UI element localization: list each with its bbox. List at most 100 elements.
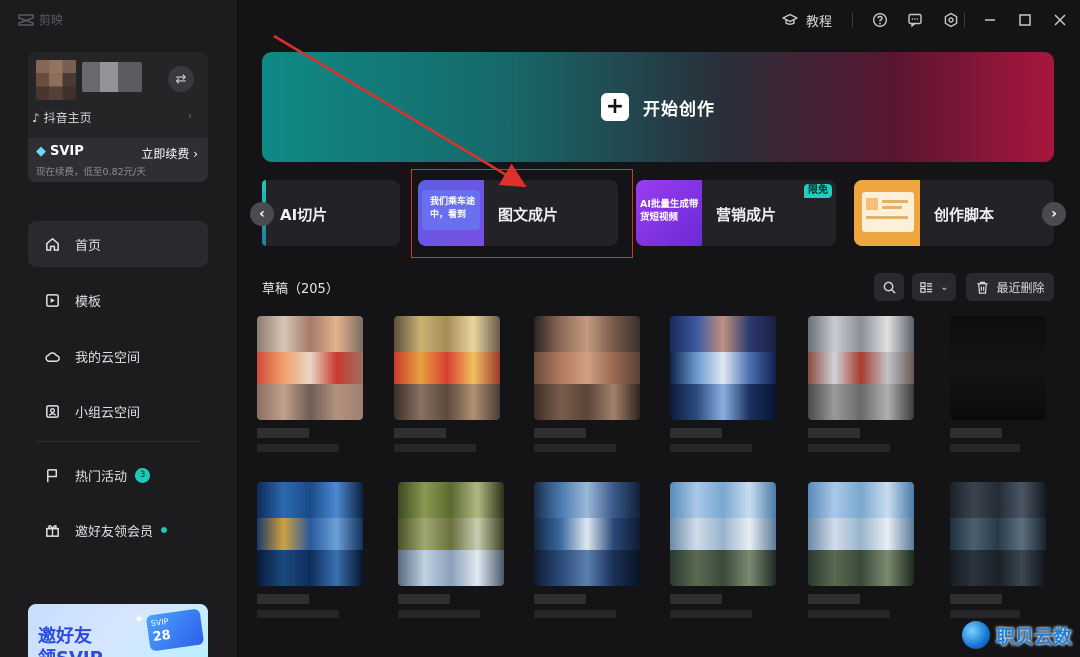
draft-item[interactable]: [808, 482, 914, 618]
feedback-button[interactable]: [905, 10, 925, 30]
help-button[interactable]: [870, 10, 890, 30]
thumb-band: [670, 383, 776, 420]
draft-item[interactable]: [257, 316, 363, 452]
draft-title-blurred: [670, 594, 722, 604]
draft-item[interactable]: [257, 482, 363, 618]
draft-thumbnail: [398, 482, 504, 586]
chevron-right-icon: ›: [1051, 206, 1057, 222]
thumb-band: [534, 316, 640, 353]
avatar[interactable]: [36, 60, 76, 100]
renew-button[interactable]: 立即续费 ›: [141, 145, 198, 162]
thumb-band: [398, 518, 504, 550]
group-space-icon: [46, 404, 59, 418]
carousel-prev-button[interactable]: ‹: [250, 202, 274, 226]
close-button[interactable]: [1050, 10, 1070, 30]
thumb-band: [808, 316, 914, 353]
watermark-text: 职贝云数: [995, 625, 1072, 648]
tutorial-label[interactable]: 教程: [806, 11, 832, 30]
username-blurred: [82, 62, 142, 92]
draft-info-blurred: [257, 444, 339, 452]
draft-thumbnail: [534, 482, 640, 586]
maximize-button[interactable]: [1015, 10, 1035, 30]
sidebar-item-label: 热门活动: [75, 469, 128, 485]
thumb-band: [808, 518, 914, 550]
draft-title-blurred: [534, 428, 586, 438]
sidebar: 剪映 ⇄ ♪ 抖音主页 › ◆ SVIP 立即续费 › 现在续费，低至0.82元…: [0, 0, 236, 657]
switch-account-button[interactable]: ⇄: [168, 66, 194, 92]
thumb-band: [257, 316, 363, 353]
feature-ai-clip[interactable]: AI切片: [262, 180, 400, 246]
douyin-icon: ♪: [32, 110, 40, 125]
globe-logo-icon: [961, 621, 990, 649]
app-name: 剪映: [39, 13, 64, 27]
thumb-band: [534, 352, 640, 384]
feature-marketing-video[interactable]: AI批量生成带货短视频 营销成片 限免: [636, 180, 836, 246]
draft-title-blurred: [950, 594, 1002, 604]
minimize-icon: [985, 19, 995, 21]
draft-thumbnail: [950, 482, 1046, 586]
draft-thumbnail: [808, 482, 914, 586]
thumb-band: [257, 482, 363, 519]
draft-info-blurred: [257, 610, 339, 618]
promo-card-label: SVIP: [150, 616, 170, 629]
sidebar-item-label: 我的云空间: [75, 350, 141, 366]
svip-panel[interactable]: ◆ SVIP 立即续费 › 现在续费，低至0.82元/天: [28, 138, 208, 182]
draft-item[interactable]: [950, 482, 1046, 618]
draft-thumbnail: [808, 316, 914, 420]
new-dot: [161, 527, 168, 533]
sidebar-item-label: 小组云空间: [75, 405, 141, 421]
thumb-band: [398, 482, 504, 519]
carousel-next-button[interactable]: ›: [1042, 202, 1066, 226]
tutorial-button[interactable]: [780, 10, 800, 30]
invite-promo-banner[interactable]: 邀好友 领SVIP ✦ SVIP 28: [28, 604, 208, 657]
settings-button[interactable]: [941, 10, 961, 30]
douyin-homepage-link[interactable]: ♪ 抖音主页: [32, 109, 92, 126]
feature-thumbnail: AI批量生成带货短视频: [636, 180, 702, 246]
sidebar-item-group-cloud[interactable]: 小组云空间: [28, 388, 208, 434]
draft-item[interactable]: [534, 316, 640, 452]
sparkle-icon: ✦: [133, 612, 144, 626]
thumb-text: AI批量生成带货短视频: [640, 199, 699, 224]
draft-item[interactable]: [808, 316, 914, 452]
draft-title-blurred: [808, 428, 860, 438]
draft-info-blurred: [394, 444, 476, 452]
view-mode-button[interactable]: ⌄: [912, 273, 956, 301]
drafts-title: 草稿（205）: [262, 282, 339, 297]
svip-label: SVIP: [50, 144, 84, 159]
sidebar-item-home[interactable]: 首页: [28, 221, 208, 267]
draft-title-blurred: [670, 428, 722, 438]
sidebar-item-invite[interactable]: 邀好友领会员: [28, 507, 208, 553]
feature-creation-script[interactable]: 创作脚本: [854, 180, 1054, 246]
draft-item[interactable]: [394, 316, 500, 452]
thumb-band: [534, 482, 640, 519]
grid-view-icon: [920, 281, 933, 293]
svip-title: ◆ SVIP: [36, 144, 84, 159]
draft-thumbnail: [257, 316, 363, 420]
thumb-doc-image: [866, 198, 878, 210]
draft-title-blurred: [257, 594, 309, 604]
draft-info-blurred: [670, 610, 752, 618]
recently-deleted-button[interactable]: 最近删除: [966, 273, 1054, 301]
thumb-band: [257, 549, 363, 586]
draft-item[interactable]: [670, 316, 776, 452]
draft-item[interactable]: [534, 482, 640, 618]
highlight-box: [411, 169, 633, 258]
sidebar-item-templates[interactable]: 模板: [28, 277, 208, 323]
search-icon: [883, 281, 896, 294]
draft-item[interactable]: [950, 316, 1046, 452]
draft-item[interactable]: [398, 482, 504, 618]
draft-item[interactable]: [670, 482, 776, 618]
draft-info-blurred: [808, 444, 890, 452]
sidebar-item-events[interactable]: 热门活动 3: [28, 452, 208, 498]
start-creation-button[interactable]: + 开始创作: [262, 52, 1054, 162]
sidebar-item-my-cloud[interactable]: 我的云空间: [28, 333, 208, 379]
draft-thumbnail: [394, 316, 500, 420]
thumb-band: [257, 383, 363, 420]
draft-thumbnail: [257, 482, 363, 586]
chevron-right-icon: ›: [188, 111, 192, 122]
minimize-button[interactable]: [980, 10, 1000, 30]
thumb-band: [257, 518, 363, 550]
feature-label: 营销成片: [716, 206, 777, 224]
feature-label: 创作脚本: [934, 206, 995, 224]
search-drafts-button[interactable]: [874, 273, 904, 301]
